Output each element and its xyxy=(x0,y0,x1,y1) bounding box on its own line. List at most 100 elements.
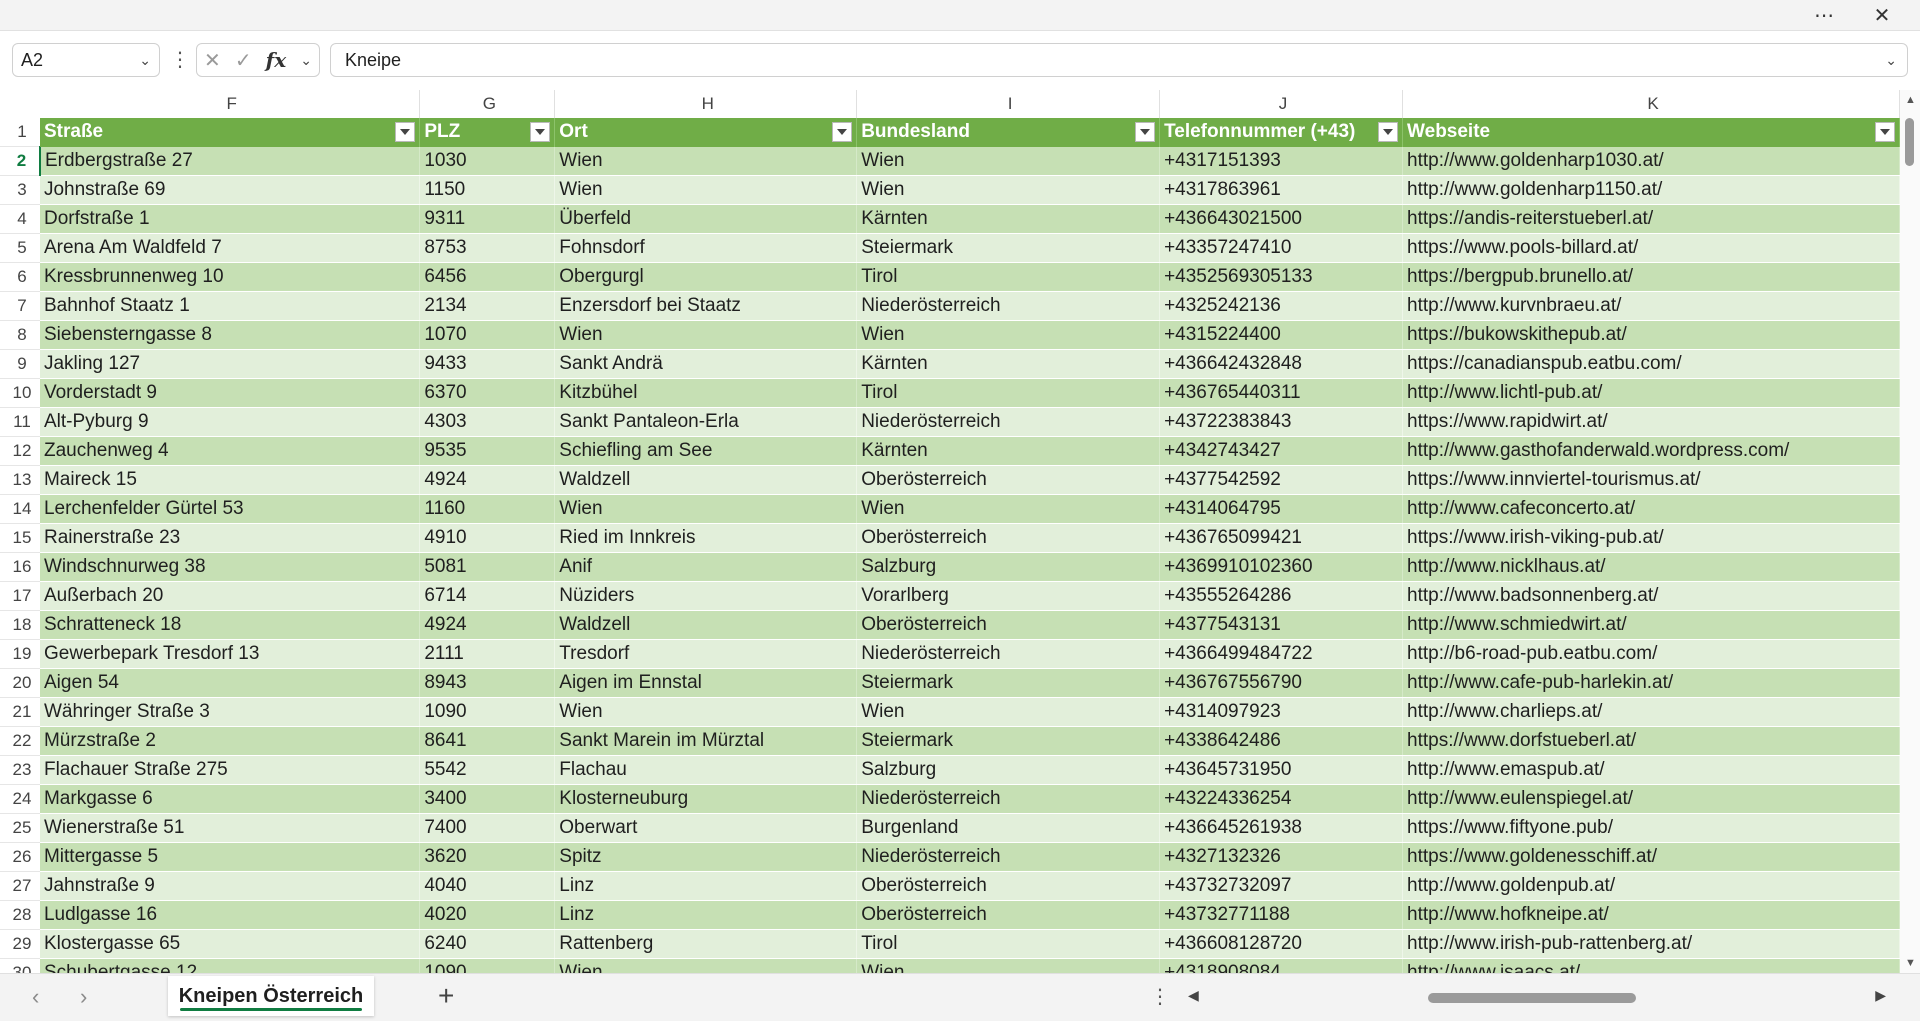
table-cell[interactable]: Wien xyxy=(856,320,1161,350)
table-header-cell[interactable]: Webseite xyxy=(1402,118,1900,147)
table-header-cell[interactable]: Ort xyxy=(554,118,858,147)
table-cell[interactable]: +436643021500 xyxy=(1159,204,1404,234)
table-cell[interactable]: Niederösterreich xyxy=(856,784,1161,814)
table-header-cell[interactable]: Bundesland xyxy=(856,118,1161,147)
table-cell[interactable]: Niederösterreich xyxy=(856,842,1161,872)
table-cell[interactable]: http://www.goldenpub.at/ xyxy=(1402,871,1900,901)
filter-dropdown-icon[interactable] xyxy=(530,122,551,142)
table-cell[interactable]: Mittergasse 5 xyxy=(39,842,421,872)
table-cell[interactable]: 7400 xyxy=(419,813,556,843)
column-header[interactable]: J xyxy=(1159,90,1404,118)
table-cell[interactable]: https://www.pools-billard.at/ xyxy=(1402,233,1900,263)
table-cell[interactable]: Flachau xyxy=(554,755,858,785)
table-cell[interactable]: 3400 xyxy=(419,784,556,814)
table-cell[interactable]: Kärnten xyxy=(856,436,1161,466)
table-cell[interactable]: Salzburg xyxy=(856,755,1161,785)
row-header[interactable]: 4 xyxy=(0,204,40,234)
table-cell[interactable]: 3620 xyxy=(419,842,556,872)
table-cell[interactable]: http://www.goldenharp1150.at/ xyxy=(1402,175,1900,205)
table-cell[interactable]: 8641 xyxy=(419,726,556,756)
row-header[interactable]: 26 xyxy=(0,842,40,872)
table-cell[interactable]: Wienerstraße 51 xyxy=(39,813,421,843)
table-cell[interactable]: https://www.irish-viking-pub.at/ xyxy=(1402,523,1900,553)
row-header[interactable]: 6 xyxy=(0,262,40,292)
name-box[interactable]: A2 ⌄ xyxy=(12,43,160,77)
table-header-cell[interactable]: Telefonnummer (+43) xyxy=(1159,118,1404,147)
table-cell[interactable]: Niederösterreich xyxy=(856,291,1161,321)
table-cell[interactable]: Aigen 54 xyxy=(39,668,421,698)
table-cell[interactable]: https://www.rapidwirt.at/ xyxy=(1402,407,1900,437)
worksheet-grid[interactable]: F G H I J K 1 Straße PLZ Ort Bundesland … xyxy=(0,90,1900,973)
row-header[interactable]: 13 xyxy=(0,465,40,495)
table-cell[interactable]: 2111 xyxy=(419,639,556,669)
table-cell[interactable]: Sankt Marein im Mürztal xyxy=(554,726,858,756)
column-header[interactable]: K xyxy=(1402,90,1900,118)
row-header[interactable]: 27 xyxy=(0,871,40,901)
table-cell[interactable]: Mürzstraße 2 xyxy=(39,726,421,756)
horizontal-scrollbar[interactable]: ◀ ▶ xyxy=(1186,986,1886,1008)
table-cell[interactable]: https://www.goldenesschiff.at/ xyxy=(1402,842,1900,872)
table-cell[interactable]: Kressbrunnenweg 10 xyxy=(39,262,421,292)
table-cell[interactable]: +4377542592 xyxy=(1159,465,1404,495)
table-cell[interactable]: Wien xyxy=(856,494,1161,524)
formula-bar-options-icon[interactable]: ⋮ xyxy=(170,47,190,72)
next-sheet-icon[interactable]: › xyxy=(80,984,87,1010)
table-cell[interactable]: https://www.dorfstueberl.at/ xyxy=(1402,726,1900,756)
table-cell[interactable]: Spitz xyxy=(554,842,858,872)
table-cell[interactable]: Waldzell xyxy=(554,610,858,640)
table-cell[interactable]: Rainerstraße 23 xyxy=(39,523,421,553)
table-cell[interactable]: 6456 xyxy=(419,262,556,292)
table-cell[interactable]: Kitzbühel xyxy=(554,378,858,408)
table-cell[interactable]: http://www.eulenspiegel.at/ xyxy=(1402,784,1900,814)
table-cell[interactable]: Tirol xyxy=(856,929,1161,959)
row-header[interactable]: 2 xyxy=(0,146,41,176)
table-cell[interactable]: Tirol xyxy=(856,378,1161,408)
table-cell[interactable]: Salzburg xyxy=(856,552,1161,582)
table-cell[interactable]: Wien xyxy=(554,175,858,205)
row-header[interactable]: 11 xyxy=(0,407,40,437)
table-cell[interactable]: 8753 xyxy=(419,233,556,263)
more-options-icon[interactable]: ⋯ xyxy=(1804,0,1844,30)
table-cell[interactable]: +4377543131 xyxy=(1159,610,1404,640)
table-cell[interactable]: Arena Am Waldfeld 7 xyxy=(39,233,421,263)
row-header[interactable]: 9 xyxy=(0,349,40,379)
row-header[interactable]: 10 xyxy=(0,378,40,408)
table-cell[interactable]: +4366499484722 xyxy=(1159,639,1404,669)
chevron-down-icon[interactable]: ⌄ xyxy=(139,52,151,69)
vertical-scrollbar[interactable]: ▲ ▼ xyxy=(1900,90,1920,973)
table-cell[interactable]: Windschnurweg 38 xyxy=(39,552,421,582)
table-cell[interactable]: +4314097923 xyxy=(1159,697,1404,727)
column-header[interactable]: F xyxy=(39,90,421,118)
table-cell[interactable]: +43224336254 xyxy=(1159,784,1404,814)
previous-sheet-icon[interactable]: ‹ xyxy=(32,984,39,1010)
table-cell[interactable]: https://andis-reiterstueberl.at/ xyxy=(1402,204,1900,234)
table-cell[interactable]: +4338642486 xyxy=(1159,726,1404,756)
table-cell[interactable]: Erdbergstraße 27 xyxy=(39,146,421,176)
table-cell[interactable]: +436608128720 xyxy=(1159,929,1404,959)
table-cell[interactable]: Zauchenweg 4 xyxy=(39,436,421,466)
select-all-corner[interactable] xyxy=(0,90,40,118)
table-cell[interactable]: http://www.schmiedwirt.at/ xyxy=(1402,610,1900,640)
table-cell[interactable]: +436765099421 xyxy=(1159,523,1404,553)
row-header[interactable]: 21 xyxy=(0,697,40,727)
table-cell[interactable]: Johnstraße 69 xyxy=(39,175,421,205)
table-cell[interactable]: Jahnstraße 9 xyxy=(39,871,421,901)
table-cell[interactable]: +436642432848 xyxy=(1159,349,1404,379)
table-cell[interactable]: Schiefling am See xyxy=(554,436,858,466)
table-cell[interactable]: Oberösterreich xyxy=(856,523,1161,553)
table-cell[interactable]: http://www.nicklhaus.at/ xyxy=(1402,552,1900,582)
table-cell[interactable]: Enzersdorf bei Staatz xyxy=(554,291,858,321)
table-cell[interactable]: Linz xyxy=(554,900,858,930)
row-header[interactable]: 24 xyxy=(0,784,40,814)
table-cell[interactable]: +43645731950 xyxy=(1159,755,1404,785)
table-cell[interactable]: https://bukowskithepub.at/ xyxy=(1402,320,1900,350)
table-cell[interactable]: Klosterneuburg xyxy=(554,784,858,814)
table-cell[interactable]: 4910 xyxy=(419,523,556,553)
table-cell[interactable]: http://www.kurvnbraeu.at/ xyxy=(1402,291,1900,321)
table-cell[interactable]: 1160 xyxy=(419,494,556,524)
table-cell[interactable]: 1070 xyxy=(419,320,556,350)
table-cell[interactable]: 1090 xyxy=(419,697,556,727)
table-cell[interactable]: Sankt Pantaleon-Erla xyxy=(554,407,858,437)
table-cell[interactable]: https://www.fiftyone.pub/ xyxy=(1402,813,1900,843)
table-cell[interactable]: http://www.cafeconcerto.at/ xyxy=(1402,494,1900,524)
